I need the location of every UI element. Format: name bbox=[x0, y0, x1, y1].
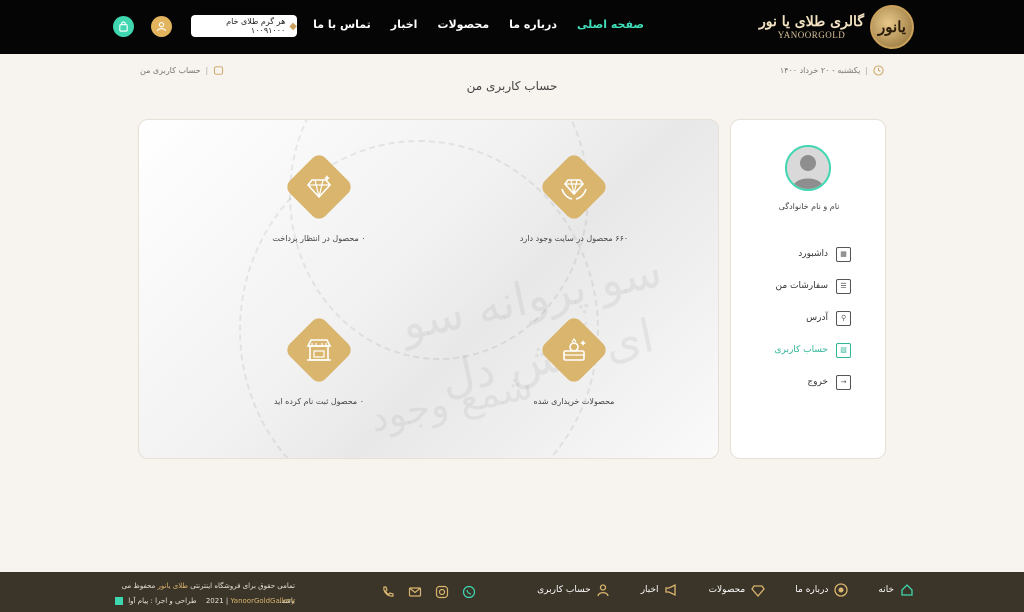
date-row: | یکشنبه - ۲۰ خرداد ۱۴۰۰ bbox=[780, 65, 884, 76]
footer: خانه درباره ما محصولات اخبار حساب کاربری… bbox=[0, 572, 1024, 612]
menu-label: حساب کاربری bbox=[774, 345, 828, 355]
megaphone-icon bbox=[664, 582, 679, 597]
menu-label: خروج bbox=[807, 377, 828, 387]
stat-purchased-products: محصولات خریداری شده bbox=[474, 314, 674, 406]
user-button[interactable] bbox=[151, 16, 172, 37]
nav-home[interactable]: صفحه اصلی bbox=[577, 18, 644, 31]
menu-account[interactable]: ▧ حساب کاربری bbox=[774, 334, 851, 366]
logo-title: گالری طلای یا نور bbox=[758, 14, 864, 30]
nav-about[interactable]: درباره ما bbox=[509, 18, 557, 31]
footer-products[interactable]: محصولات bbox=[709, 582, 766, 597]
user-icon bbox=[156, 22, 167, 32]
current-date: یکشنبه - ۲۰ خرداد ۱۴۰۰ bbox=[779, 66, 861, 75]
diamond-icon: ◆ bbox=[289, 20, 297, 32]
dashboard-card: سو پروانه سو ای آتش دل شمع وجود ۶۶۰ محصو… bbox=[138, 119, 719, 459]
gold-price-box: ◆ هر گرم طلای خام ۱۰۰۹۱۰۰۰ bbox=[191, 15, 297, 37]
menu-dashboard[interactable]: ▦ داشبورد bbox=[774, 238, 851, 270]
user-silhouette-icon bbox=[787, 147, 829, 189]
logo[interactable]: یانور گالری طلای یا نور YANOORGOLD bbox=[759, 5, 914, 49]
home-icon[interactable] bbox=[213, 65, 224, 76]
menu-label: داشبورد bbox=[798, 249, 828, 259]
cart-button[interactable] bbox=[113, 16, 134, 37]
logout-icon: → bbox=[836, 374, 851, 390]
enamad-badge[interactable] bbox=[115, 597, 123, 605]
stat-pending-payment: ۰ محصول در انتظار پرداخت bbox=[219, 151, 419, 243]
page-title: حساب کاربری من bbox=[466, 79, 558, 93]
shopping-bag-icon bbox=[119, 21, 128, 32]
footer-home[interactable]: خانه bbox=[878, 582, 914, 597]
instagram-icon[interactable] bbox=[434, 584, 449, 599]
stat-registered-products: ۰ محصول ثبت نام کرده اید bbox=[219, 314, 419, 406]
menu-orders[interactable]: ☰ سفارشات من bbox=[774, 270, 851, 302]
footer-account[interactable]: حساب کاربری bbox=[537, 582, 611, 597]
clock-icon bbox=[873, 65, 884, 76]
stat-text: ۶۶۰ محصول در سایت وجود دارد bbox=[519, 234, 629, 243]
menu-label: آدرس bbox=[806, 313, 828, 323]
gold-price-text: هر گرم طلای خام ۱۰۰۹۱۰۰۰ bbox=[226, 17, 286, 35]
logo-subtitle: YANOORGOLD bbox=[777, 30, 846, 40]
stat-products-available: ۶۶۰ محصول در سایت وجود دارد bbox=[474, 151, 674, 243]
whatsapp-icon[interactable] bbox=[461, 584, 476, 599]
account-icon: ▧ bbox=[836, 342, 851, 358]
email-icon[interactable] bbox=[407, 584, 422, 599]
account-sidebar: نام و نام خانوادگی ▦ داشبورد ☰ سفارشات م… bbox=[730, 119, 886, 459]
nav-contact[interactable]: تماس با ما bbox=[313, 18, 371, 31]
design-credit: طراحی و اجرا : پیام آوا bbox=[115, 594, 197, 609]
footer-about[interactable]: درباره ما bbox=[795, 582, 848, 597]
nav-products[interactable]: محصولات bbox=[437, 18, 489, 31]
social-links bbox=[380, 584, 476, 599]
breadcrumb-current: حساب کاربری من bbox=[140, 66, 201, 75]
map-icon: ⚲ bbox=[836, 310, 851, 326]
ring-box-icon bbox=[563, 337, 586, 361]
diamond-icon bbox=[750, 582, 765, 597]
gallery-credit[interactable]: 2021 | YanoorGoldGallery bbox=[206, 594, 295, 609]
footer-credits: طراحی و اجرا : پیام آوا 2021 | YanoorGol… bbox=[115, 594, 295, 609]
avatar[interactable] bbox=[785, 145, 831, 191]
dashboard-icon: ▦ bbox=[836, 246, 851, 262]
stat-text: ۰ محصول در انتظار پرداخت bbox=[272, 234, 366, 243]
account-menu: ▦ داشبورد ☰ سفارشات من ⚲ آدرس ▧ حساب کار… bbox=[774, 238, 851, 398]
header: یانور گالری طلای یا نور YANOORGOLD صفحه … bbox=[0, 0, 1024, 54]
home-icon bbox=[899, 582, 914, 597]
diamond-icon bbox=[306, 175, 332, 199]
stat-text: ۰ محصول ثبت نام کرده اید bbox=[273, 397, 365, 406]
user-name: نام و نام خانوادگی bbox=[778, 202, 840, 211]
breadcrumb: | حساب کاربری من bbox=[140, 65, 224, 76]
phone-icon[interactable] bbox=[380, 584, 395, 599]
diamond-hands-icon bbox=[561, 179, 587, 200]
shop-icon bbox=[306, 339, 332, 361]
menu-address[interactable]: ⚲ آدرس bbox=[774, 302, 851, 334]
logo-mark: یانور bbox=[870, 5, 914, 49]
nav-news[interactable]: اخبار bbox=[391, 18, 418, 31]
footer-nav: خانه درباره ما محصولات اخبار حساب کاربری bbox=[537, 582, 914, 597]
stat-text: محصولات خریداری شده bbox=[533, 397, 615, 406]
menu-logout[interactable]: → خروج bbox=[774, 366, 851, 398]
footer-news[interactable]: اخبار bbox=[641, 582, 679, 597]
logo-icon bbox=[833, 582, 848, 597]
main-nav: صفحه اصلی درباره ما محصولات اخبار تماس ب… bbox=[313, 18, 644, 31]
orders-icon: ☰ bbox=[836, 278, 851, 294]
menu-label: سفارشات من bbox=[775, 281, 828, 291]
user-icon bbox=[596, 582, 611, 597]
